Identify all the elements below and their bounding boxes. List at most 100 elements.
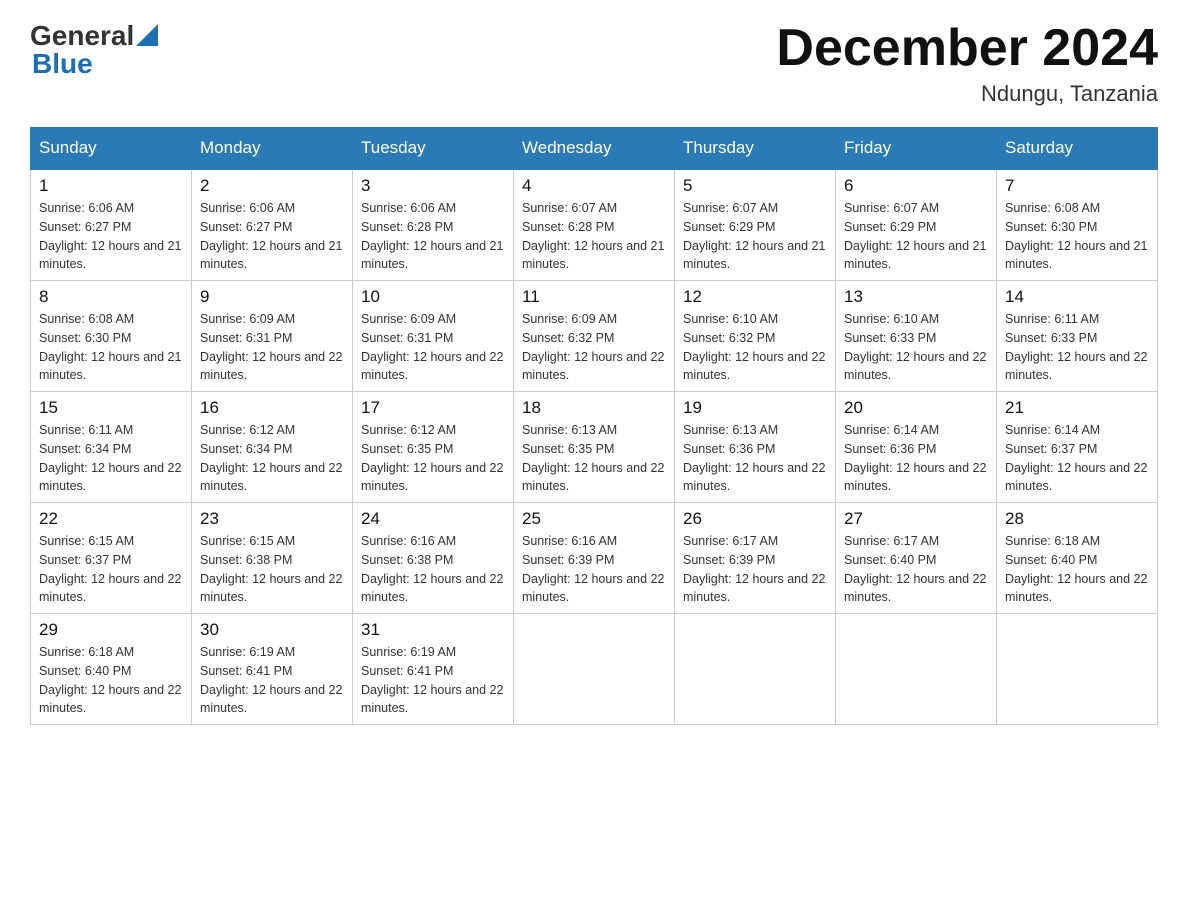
day-number: 13	[844, 287, 988, 307]
calendar-cell: 5 Sunrise: 6:07 AMSunset: 6:29 PMDayligh…	[675, 169, 836, 281]
calendar-week-row-5: 29 Sunrise: 6:18 AMSunset: 6:40 PMDaylig…	[31, 614, 1158, 725]
day-info: Sunrise: 6:14 AMSunset: 6:36 PMDaylight:…	[844, 423, 986, 493]
day-info: Sunrise: 6:16 AMSunset: 6:39 PMDaylight:…	[522, 534, 664, 604]
calendar-cell: 1 Sunrise: 6:06 AMSunset: 6:27 PMDayligh…	[31, 169, 192, 281]
logo-blue-text: Blue	[32, 48, 93, 79]
day-info: Sunrise: 6:06 AMSunset: 6:27 PMDaylight:…	[200, 201, 342, 271]
day-info: Sunrise: 6:09 AMSunset: 6:31 PMDaylight:…	[200, 312, 342, 382]
calendar-cell: 25 Sunrise: 6:16 AMSunset: 6:39 PMDaylig…	[514, 503, 675, 614]
day-number: 7	[1005, 176, 1149, 196]
day-number: 29	[39, 620, 183, 640]
day-info: Sunrise: 6:10 AMSunset: 6:32 PMDaylight:…	[683, 312, 825, 382]
calendar-cell: 7 Sunrise: 6:08 AMSunset: 6:30 PMDayligh…	[997, 169, 1158, 281]
day-info: Sunrise: 6:09 AMSunset: 6:31 PMDaylight:…	[361, 312, 503, 382]
calendar-cell: 8 Sunrise: 6:08 AMSunset: 6:30 PMDayligh…	[31, 281, 192, 392]
calendar-cell: 14 Sunrise: 6:11 AMSunset: 6:33 PMDaylig…	[997, 281, 1158, 392]
day-number: 21	[1005, 398, 1149, 418]
day-info: Sunrise: 6:19 AMSunset: 6:41 PMDaylight:…	[200, 645, 342, 715]
col-saturday: Saturday	[997, 128, 1158, 170]
day-number: 2	[200, 176, 344, 196]
calendar-cell: 19 Sunrise: 6:13 AMSunset: 6:36 PMDaylig…	[675, 392, 836, 503]
calendar-cell: 22 Sunrise: 6:15 AMSunset: 6:37 PMDaylig…	[31, 503, 192, 614]
calendar-cell: 27 Sunrise: 6:17 AMSunset: 6:40 PMDaylig…	[836, 503, 997, 614]
calendar-cell: 23 Sunrise: 6:15 AMSunset: 6:38 PMDaylig…	[192, 503, 353, 614]
day-number: 5	[683, 176, 827, 196]
day-info: Sunrise: 6:07 AMSunset: 6:29 PMDaylight:…	[683, 201, 825, 271]
day-info: Sunrise: 6:17 AMSunset: 6:39 PMDaylight:…	[683, 534, 825, 604]
day-info: Sunrise: 6:17 AMSunset: 6:40 PMDaylight:…	[844, 534, 986, 604]
day-number: 17	[361, 398, 505, 418]
day-number: 3	[361, 176, 505, 196]
day-info: Sunrise: 6:18 AMSunset: 6:40 PMDaylight:…	[39, 645, 181, 715]
day-info: Sunrise: 6:19 AMSunset: 6:41 PMDaylight:…	[361, 645, 503, 715]
calendar-cell: 20 Sunrise: 6:14 AMSunset: 6:36 PMDaylig…	[836, 392, 997, 503]
col-tuesday: Tuesday	[353, 128, 514, 170]
day-number: 24	[361, 509, 505, 529]
day-number: 4	[522, 176, 666, 196]
day-info: Sunrise: 6:12 AMSunset: 6:34 PMDaylight:…	[200, 423, 342, 493]
day-number: 30	[200, 620, 344, 640]
calendar-cell: 26 Sunrise: 6:17 AMSunset: 6:39 PMDaylig…	[675, 503, 836, 614]
calendar-cell: 31 Sunrise: 6:19 AMSunset: 6:41 PMDaylig…	[353, 614, 514, 725]
page-header: General Blue December 2024 Ndungu, Tanza…	[30, 20, 1158, 107]
day-number: 14	[1005, 287, 1149, 307]
calendar-cell	[514, 614, 675, 725]
day-info: Sunrise: 6:08 AMSunset: 6:30 PMDaylight:…	[1005, 201, 1147, 271]
calendar-week-row-4: 22 Sunrise: 6:15 AMSunset: 6:37 PMDaylig…	[31, 503, 1158, 614]
month-title: December 2024	[776, 20, 1158, 77]
calendar-cell: 10 Sunrise: 6:09 AMSunset: 6:31 PMDaylig…	[353, 281, 514, 392]
day-info: Sunrise: 6:13 AMSunset: 6:36 PMDaylight:…	[683, 423, 825, 493]
day-info: Sunrise: 6:14 AMSunset: 6:37 PMDaylight:…	[1005, 423, 1147, 493]
day-info: Sunrise: 6:11 AMSunset: 6:33 PMDaylight:…	[1005, 312, 1147, 382]
day-number: 1	[39, 176, 183, 196]
calendar-week-row-2: 8 Sunrise: 6:08 AMSunset: 6:30 PMDayligh…	[31, 281, 1158, 392]
col-wednesday: Wednesday	[514, 128, 675, 170]
day-number: 19	[683, 398, 827, 418]
calendar-cell: 29 Sunrise: 6:18 AMSunset: 6:40 PMDaylig…	[31, 614, 192, 725]
day-info: Sunrise: 6:07 AMSunset: 6:29 PMDaylight:…	[844, 201, 986, 271]
calendar-cell: 30 Sunrise: 6:19 AMSunset: 6:41 PMDaylig…	[192, 614, 353, 725]
calendar-table: Sunday Monday Tuesday Wednesday Thursday…	[30, 127, 1158, 725]
day-number: 28	[1005, 509, 1149, 529]
title-section: December 2024 Ndungu, Tanzania	[776, 20, 1158, 107]
day-number: 20	[844, 398, 988, 418]
col-friday: Friday	[836, 128, 997, 170]
day-info: Sunrise: 6:13 AMSunset: 6:35 PMDaylight:…	[522, 423, 664, 493]
calendar-cell: 11 Sunrise: 6:09 AMSunset: 6:32 PMDaylig…	[514, 281, 675, 392]
logo: General Blue	[30, 20, 158, 80]
day-info: Sunrise: 6:08 AMSunset: 6:30 PMDaylight:…	[39, 312, 181, 382]
day-number: 31	[361, 620, 505, 640]
day-info: Sunrise: 6:11 AMSunset: 6:34 PMDaylight:…	[39, 423, 181, 493]
day-info: Sunrise: 6:06 AMSunset: 6:28 PMDaylight:…	[361, 201, 503, 271]
day-number: 22	[39, 509, 183, 529]
calendar-week-row-1: 1 Sunrise: 6:06 AMSunset: 6:27 PMDayligh…	[31, 169, 1158, 281]
day-info: Sunrise: 6:15 AMSunset: 6:38 PMDaylight:…	[200, 534, 342, 604]
day-number: 18	[522, 398, 666, 418]
day-info: Sunrise: 6:18 AMSunset: 6:40 PMDaylight:…	[1005, 534, 1147, 604]
calendar-cell: 16 Sunrise: 6:12 AMSunset: 6:34 PMDaylig…	[192, 392, 353, 503]
calendar-cell: 17 Sunrise: 6:12 AMSunset: 6:35 PMDaylig…	[353, 392, 514, 503]
day-number: 6	[844, 176, 988, 196]
calendar-cell: 21 Sunrise: 6:14 AMSunset: 6:37 PMDaylig…	[997, 392, 1158, 503]
day-info: Sunrise: 6:06 AMSunset: 6:27 PMDaylight:…	[39, 201, 181, 271]
calendar-cell: 2 Sunrise: 6:06 AMSunset: 6:27 PMDayligh…	[192, 169, 353, 281]
day-info: Sunrise: 6:15 AMSunset: 6:37 PMDaylight:…	[39, 534, 181, 604]
day-info: Sunrise: 6:09 AMSunset: 6:32 PMDaylight:…	[522, 312, 664, 382]
day-info: Sunrise: 6:07 AMSunset: 6:28 PMDaylight:…	[522, 201, 664, 271]
logo-triangle-icon	[136, 24, 158, 46]
calendar-cell: 13 Sunrise: 6:10 AMSunset: 6:33 PMDaylig…	[836, 281, 997, 392]
col-thursday: Thursday	[675, 128, 836, 170]
day-number: 16	[200, 398, 344, 418]
col-sunday: Sunday	[31, 128, 192, 170]
calendar-cell: 24 Sunrise: 6:16 AMSunset: 6:38 PMDaylig…	[353, 503, 514, 614]
day-number: 26	[683, 509, 827, 529]
calendar-cell	[836, 614, 997, 725]
col-monday: Monday	[192, 128, 353, 170]
calendar-cell: 15 Sunrise: 6:11 AMSunset: 6:34 PMDaylig…	[31, 392, 192, 503]
day-number: 11	[522, 287, 666, 307]
day-info: Sunrise: 6:10 AMSunset: 6:33 PMDaylight:…	[844, 312, 986, 382]
calendar-cell: 18 Sunrise: 6:13 AMSunset: 6:35 PMDaylig…	[514, 392, 675, 503]
calendar-cell	[997, 614, 1158, 725]
day-number: 25	[522, 509, 666, 529]
calendar-cell: 12 Sunrise: 6:10 AMSunset: 6:32 PMDaylig…	[675, 281, 836, 392]
